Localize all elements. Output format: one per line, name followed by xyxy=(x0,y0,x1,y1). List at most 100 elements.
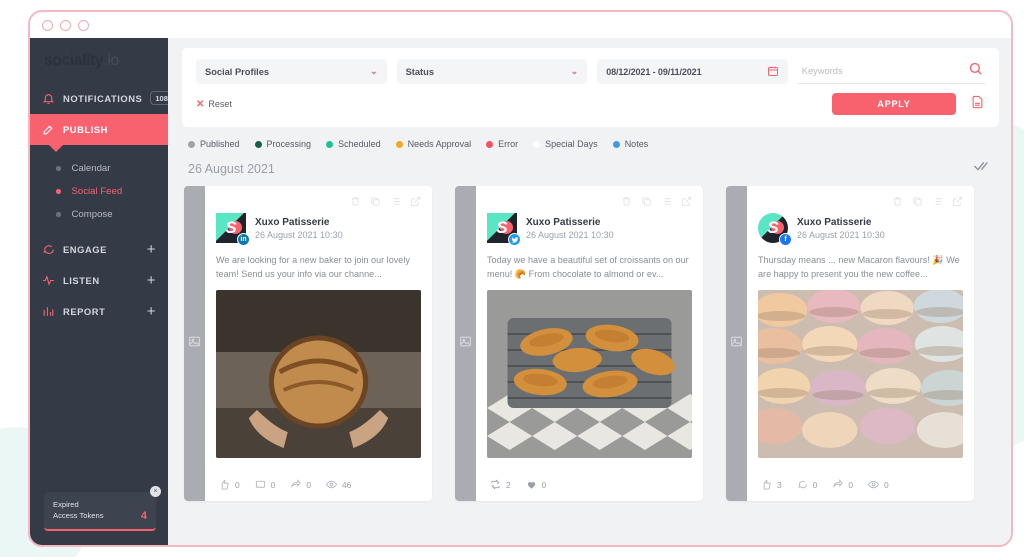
double-check-icon[interactable] xyxy=(973,159,993,178)
copy-icon[interactable] xyxy=(912,194,923,212)
legend-item-processing[interactable]: Processing xyxy=(254,139,311,149)
calendar-icon xyxy=(767,65,779,79)
stat-views: 0 xyxy=(868,479,889,490)
stat-views: 46 xyxy=(326,479,351,490)
sidebar-label-engage: ENGAGE xyxy=(63,244,107,255)
stat-value: 3 xyxy=(777,479,782,490)
sidebar-label-calendar: Calendar xyxy=(71,163,111,174)
app-logo[interactable]: sociality.io xyxy=(30,38,168,82)
legend-item-notes[interactable]: Notes xyxy=(612,139,649,149)
eye-icon xyxy=(326,480,338,489)
sidebar-item-report[interactable]: REPORT + xyxy=(30,296,168,327)
card-action-bar xyxy=(487,194,692,212)
legend-item-scheduled[interactable]: Scheduled xyxy=(326,139,381,149)
card-stats: 0 0 0 46 xyxy=(216,469,421,501)
post-card[interactable]: S f Xuxo Patisserie 26 August 2021 10:30… xyxy=(726,186,974,501)
pulse-icon xyxy=(42,274,55,287)
status-value: Status xyxy=(405,66,435,77)
close-icon: ✕ xyxy=(196,98,205,110)
expand-listen-icon[interactable]: + xyxy=(147,273,156,288)
status-legend: Published Processing Scheduled Needs App… xyxy=(182,127,999,149)
legend-label-needs-approval: Needs Approval xyxy=(407,139,472,149)
bullet-icon xyxy=(56,189,61,194)
external-link-icon[interactable] xyxy=(681,194,692,212)
stat-value: 0 xyxy=(812,479,818,490)
expired-tokens-notice[interactable]: × Expired Access Tokens 4 xyxy=(44,486,161,531)
expand-engage-icon[interactable]: + xyxy=(147,242,156,257)
post-image-art xyxy=(487,290,692,459)
trash-icon[interactable] xyxy=(892,194,903,212)
sidebar-label-compose: Compose xyxy=(71,209,113,220)
legend-dot-processing xyxy=(254,140,262,148)
trash-icon[interactable] xyxy=(350,194,361,212)
expand-report-icon[interactable]: + xyxy=(147,304,156,319)
stat-retweets: 2 xyxy=(490,479,511,490)
card-action-bar xyxy=(216,194,421,212)
search-icon[interactable] xyxy=(968,61,983,81)
token-notice-line2: Access Tokens xyxy=(53,511,104,520)
date-range-picker[interactable]: 08/12/2021 - 09/11/2021 xyxy=(597,59,788,84)
sidebar-item-notifications[interactable]: NOTIFICATIONS 108 xyxy=(30,82,173,114)
card-stats: 3 0 0 0 xyxy=(758,469,963,501)
status-select[interactable]: Status ⌄ xyxy=(396,59,588,84)
sidebar-item-calendar[interactable]: Calendar xyxy=(30,157,168,180)
trash-icon[interactable] xyxy=(621,194,632,212)
card-media-strip xyxy=(455,186,476,501)
sidebar-item-social-feed[interactable]: Social Feed xyxy=(30,180,168,203)
list-icon[interactable] xyxy=(661,194,672,212)
post-card[interactable]: S Xuxo Patisserie 26 August 2021 10:30 T… xyxy=(455,186,703,501)
search-input[interactable] xyxy=(801,66,968,76)
filter-panel: Social Profiles ⌄ Status ⌄ 08/12/2021 - … xyxy=(182,48,999,127)
post-image[interactable] xyxy=(216,290,421,459)
card-account-info: Xuxo Patisserie 26 August 2021 10:30 xyxy=(526,217,614,240)
social-profiles-value: Social Profiles xyxy=(205,66,270,77)
stat-likes: 3 xyxy=(761,479,782,490)
account-name: Xuxo Patisserie xyxy=(797,216,872,228)
post-timestamp: 26 August 2021 10:30 xyxy=(526,229,614,240)
sidebar-item-listen[interactable]: LISTEN + xyxy=(30,265,168,296)
legend-item-needs-approval[interactable]: Needs Approval xyxy=(395,139,472,149)
copy-icon[interactable] xyxy=(370,194,381,212)
sidebar-label-publish: PUBLISH xyxy=(63,124,108,135)
stat-likes: 0 xyxy=(526,479,546,490)
post-card-list: S in Xuxo Patisserie 26 August 2021 10:3… xyxy=(182,186,999,501)
apply-button[interactable]: APPLY xyxy=(832,93,956,115)
filter-row-primary: Social Profiles ⌄ Status ⌄ 08/12/2021 - … xyxy=(196,59,985,84)
sidebar-item-compose[interactable]: Compose xyxy=(30,203,168,226)
export-file-icon[interactable] xyxy=(970,94,985,115)
legend-dot-needs-approval xyxy=(395,140,403,148)
list-icon[interactable] xyxy=(390,194,401,212)
post-image[interactable] xyxy=(758,290,963,459)
chevron-down-icon: ⌄ xyxy=(370,66,378,76)
post-card[interactable]: S in Xuxo Patisserie 26 August 2021 10:3… xyxy=(184,186,432,501)
card-account-info: Xuxo Patisserie 26 August 2021 10:30 xyxy=(797,217,885,240)
external-link-icon[interactable] xyxy=(952,194,963,212)
close-icon[interactable]: × xyxy=(150,486,161,497)
reset-button[interactable]: ✕ Reset xyxy=(196,99,232,110)
external-link-icon[interactable] xyxy=(410,194,421,212)
social-profiles-select[interactable]: Social Profiles ⌄ xyxy=(196,59,387,84)
account-name: Xuxo Patisserie xyxy=(526,216,601,228)
facebook-icon: f xyxy=(779,233,792,246)
list-icon[interactable] xyxy=(932,194,943,212)
card-body: S in Xuxo Patisserie 26 August 2021 10:3… xyxy=(205,186,432,501)
thumbs-up-icon xyxy=(763,479,771,490)
legend-item-error[interactable]: Error xyxy=(486,139,518,149)
bullet-icon xyxy=(56,166,61,171)
keywords-search[interactable] xyxy=(797,59,985,84)
window-dot-close[interactable] xyxy=(42,19,53,31)
copy-icon[interactable] xyxy=(641,194,652,212)
card-body: S f Xuxo Patisserie 26 August 2021 10:30… xyxy=(747,186,974,501)
sidebar-item-engage[interactable]: ENGAGE + xyxy=(30,234,168,265)
window-dot-maximize[interactable] xyxy=(78,19,89,31)
app-root: sociality.io NOTIFICATIONS 108 PUBLISH C… xyxy=(30,38,1011,545)
filter-row-secondary: ✕ Reset APPLY xyxy=(196,93,985,115)
sidebar-item-publish[interactable]: PUBLISH xyxy=(30,114,168,152)
window-dot-minimize[interactable] xyxy=(60,19,71,31)
legend-item-special-days[interactable]: Special Days xyxy=(533,139,598,149)
post-image[interactable] xyxy=(487,290,692,459)
legend-label-notes: Notes xyxy=(624,139,649,149)
sidebar-label-notifications: NOTIFICATIONS xyxy=(63,92,143,104)
main-content: Social Profiles ⌄ Status ⌄ 08/12/2021 - … xyxy=(168,38,1011,545)
legend-item-published[interactable]: Published xyxy=(188,139,240,149)
